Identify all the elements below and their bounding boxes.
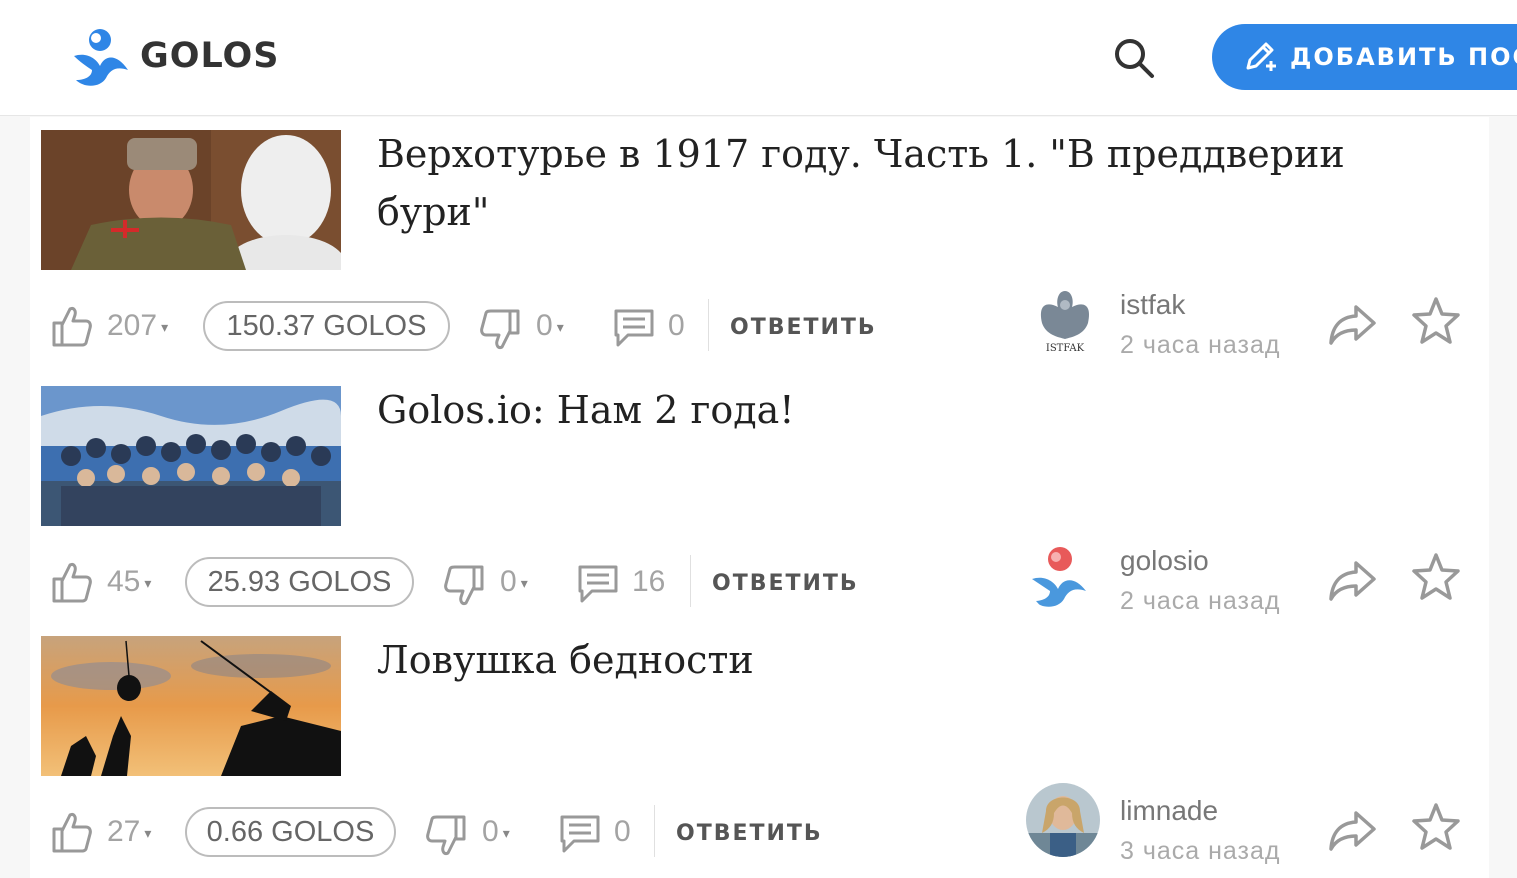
avatar-text: ISTFAK [1046,343,1085,354]
favorite-star-icon[interactable] [1410,801,1462,853]
top-header: GOLOS ДОБАВИТЬ ПОСТ [0,0,1517,116]
post-thumbnail[interactable] [41,386,341,526]
favorite-star-icon[interactable] [1410,551,1462,603]
author-name[interactable]: golosio [1120,545,1209,577]
golos-logo-icon[interactable] [70,26,130,88]
author-name[interactable]: limnade [1120,795,1218,827]
post-thumbnail[interactable] [41,130,341,270]
post-title[interactable]: Golos.io: Нам 2 года! [377,381,1437,439]
upvote-count[interactable]: 45 ▾ [107,565,151,599]
comments-icon[interactable] [558,811,602,855]
post-item: Ловушка бедности 27 ▾ 0.66 GOLOS 0 ▾ 0 ОТВ… [30,623,1489,873]
reply-button[interactable]: ОТВЕТИТЬ [730,315,877,340]
author-avatar[interactable] [1028,541,1102,615]
post-item: Golos.io: Нам 2 года! 45 ▾ 25.93 GOLOS 0 ▾… [30,373,1489,623]
divider [690,555,691,607]
share-icon[interactable] [1328,301,1378,347]
post-thumbnail[interactable] [41,636,341,776]
author-avatar[interactable] [1026,783,1100,857]
comments-count[interactable]: 0 [668,309,685,343]
post-time: 2 часа назад [1120,587,1281,615]
post-feed: Верхотурье в 1917 году. Часть 1. "В пред… [30,117,1489,878]
payout-pill[interactable]: 25.93 GOLOS [185,557,414,607]
comments-icon[interactable] [612,305,656,349]
share-icon[interactable] [1328,807,1378,853]
favorite-star-icon[interactable] [1410,295,1462,347]
upvote-count[interactable]: 207 ▾ [107,309,168,343]
downvote-icon[interactable] [442,563,486,609]
downvote-icon[interactable] [478,307,522,353]
comments-count[interactable]: 0 [614,815,631,849]
comments-icon[interactable] [576,561,620,605]
downvote-count[interactable]: 0 ▾ [500,565,528,599]
post-actions: 207 ▾ 150.37 GOLOS 0 ▾ 0 ОТВЕТИТЬ ISTFAK i… [30,283,1489,363]
reply-button[interactable]: ОТВЕТИТЬ [676,821,823,846]
post-time: 3 часа назад [1120,837,1281,865]
upvote-icon[interactable] [50,559,94,605]
downvote-icon[interactable] [424,813,468,859]
brand-name[interactable]: GOLOS [140,36,280,76]
search-icon[interactable] [1112,36,1156,80]
post-title[interactable]: Ловушка бедности [377,631,1437,689]
reply-button[interactable]: ОТВЕТИТЬ [712,571,859,596]
post-actions: 45 ▾ 25.93 GOLOS 0 ▾ 16 ОТВЕТИТЬ golosio 2… [30,541,1489,619]
upvote-count[interactable]: 27 ▾ [107,815,151,849]
share-icon[interactable] [1328,557,1378,603]
upvote-icon[interactable] [50,303,94,349]
post-item: Верхотурье в 1917 году. Часть 1. "В пред… [30,117,1489,367]
upvote-icon[interactable] [50,809,94,855]
comments-count[interactable]: 16 [632,565,665,599]
author-name[interactable]: istfak [1120,289,1185,321]
author-avatar[interactable]: ISTFAK [1028,283,1102,357]
add-post-label: ДОБАВИТЬ ПОСТ [1290,43,1517,71]
post-actions: 27 ▾ 0.66 GOLOS 0 ▾ 0 ОТВЕТИТЬ limnade 3… [30,783,1489,869]
pen-plus-icon [1246,42,1276,71]
downvote-count[interactable]: 0 ▾ [536,309,564,343]
divider [708,299,709,351]
divider [654,805,655,857]
downvote-count[interactable]: 0 ▾ [482,815,510,849]
payout-pill[interactable]: 0.66 GOLOS [185,807,396,857]
post-time: 2 часа назад [1120,331,1281,359]
payout-pill[interactable]: 150.37 GOLOS [203,301,450,351]
post-title[interactable]: Верхотурье в 1917 году. Часть 1. "В пред… [377,125,1437,241]
add-post-button[interactable]: ДОБАВИТЬ ПОСТ [1212,24,1517,90]
